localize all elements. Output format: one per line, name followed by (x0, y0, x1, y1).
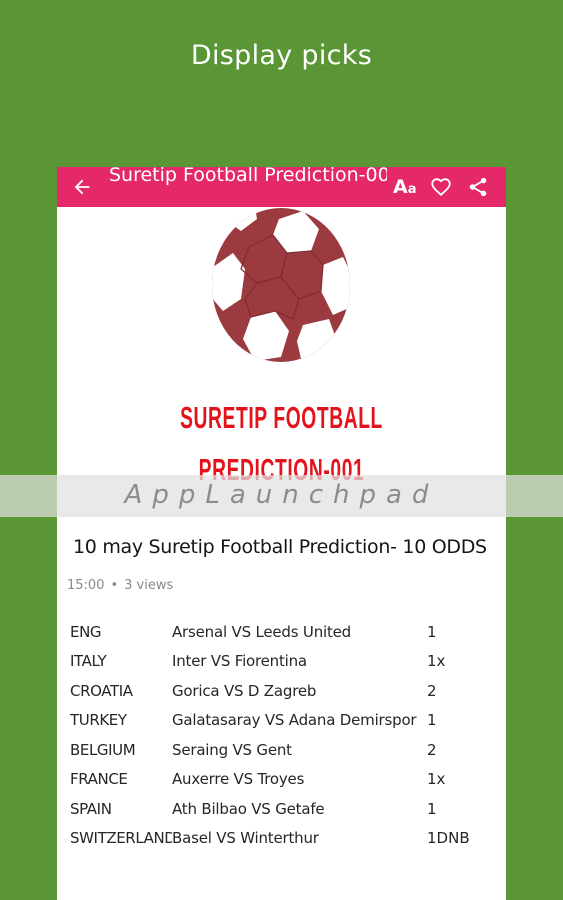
heart-outline-icon[interactable] (430, 176, 452, 198)
font-size-button[interactable]: Aa (393, 173, 417, 204)
pick-match: Galatasaray VS Adana Demirspor (172, 711, 417, 730)
article-meta: 15:00 • 3 views (67, 578, 173, 593)
toolbar-title: Suretip Football Prediction-001 (109, 167, 387, 186)
pick-match: Gorica VS D Zagreb (172, 681, 317, 700)
pick-country: CROATIA (70, 681, 133, 700)
pick-match: Basel VS Winterthur (172, 829, 319, 848)
pick-tip: 1 (427, 711, 437, 730)
table-row: ITALY Inter VS Fiorentina 1x (70, 647, 490, 677)
table-row: ENG Arsenal VS Leeds United 1 (70, 617, 490, 647)
separator-dot: • (110, 578, 119, 593)
pick-tip: 1DNB (427, 829, 470, 848)
post-time: 15:00 (67, 578, 105, 593)
soccer-ball-icon (212, 208, 350, 362)
app-toolbar: Suretip Football Prediction-001 Aa (57, 167, 506, 207)
table-row: TURKEY Galatasaray VS Adana Demirspor 1 (70, 706, 490, 736)
promo-caption: Display picks (190, 40, 373, 71)
table-row: CROATIA Gorica VS D Zagreb 2 (70, 676, 490, 706)
pick-country: SWITZERLAND (70, 829, 172, 848)
view-count: 3 views (124, 578, 174, 593)
pick-tip: 1 (427, 799, 437, 818)
logo-text-line-1: SURETIP FOOTBALL (180, 400, 383, 435)
pick-tip: 1x (427, 652, 446, 671)
table-row: BELGIUM Seraing VS Gent 2 (70, 735, 490, 765)
pick-match: Seraing VS Gent (172, 740, 292, 759)
pick-country: ITALY (70, 652, 107, 671)
pick-country: FRANCE (70, 770, 128, 789)
pick-country: SPAIN (70, 799, 112, 818)
phone-screen: Suretip Football Prediction-001 Aa SURET… (57, 167, 506, 900)
table-row: FRANCE Auxerre VS Troyes 1x (70, 765, 490, 795)
pick-match: Ath Bilbao VS Getafe (172, 799, 325, 818)
pick-tip: 1 (427, 622, 437, 641)
arrow-left-icon[interactable] (71, 176, 93, 198)
table-row: SPAIN Ath Bilbao VS Getafe 1 (70, 794, 490, 824)
pick-tip: 2 (427, 740, 437, 759)
pick-match: Auxerre VS Troyes (172, 770, 305, 789)
table-row: SWITZERLAND Basel VS Winterthur 1DNB (70, 824, 490, 854)
watermark-text: AppLaunchpad (124, 480, 439, 510)
pick-tip: 2 (427, 681, 437, 700)
hero-logo-image: SURETIP FOOTBALL PREDICTION-001 (57, 207, 506, 487)
pick-country: ENG (70, 622, 102, 641)
picks-table: ENG Arsenal VS Leeds United 1 ITALY Inter VS… (70, 617, 490, 853)
pick-match: Arsenal VS Leeds United (172, 622, 351, 641)
share-icon[interactable] (467, 176, 489, 198)
article-title: 10 may Suretip Football Prediction- 10 O… (73, 536, 487, 558)
pick-match: Inter VS Fiorentina (172, 652, 307, 671)
pick-tip: 1x (427, 770, 446, 789)
pick-country: TURKEY (70, 711, 127, 730)
pick-country: BELGIUM (70, 740, 136, 759)
